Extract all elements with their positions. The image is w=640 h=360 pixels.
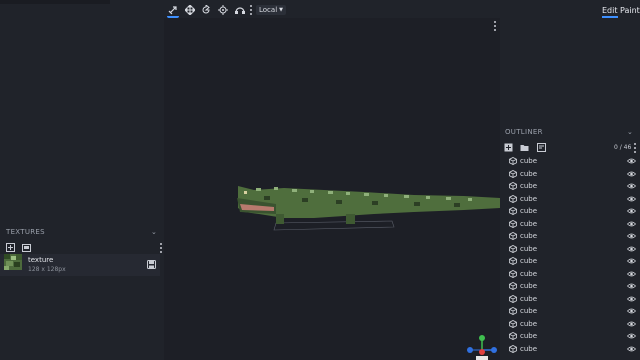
outliner-row-label: cube	[520, 332, 538, 340]
file-tab[interactable]	[0, 0, 110, 4]
save-icon[interactable]	[147, 260, 156, 269]
texture-list-item[interactable]	[0, 254, 160, 276]
cube-icon	[509, 319, 517, 328]
outliner-row-label: cube	[520, 307, 538, 315]
outliner-row-label: cube	[520, 182, 538, 190]
eye-icon[interactable]	[627, 246, 636, 252]
outliner-panel-title: OUTLINER	[505, 128, 543, 136]
cube-icon	[509, 344, 517, 353]
chevron-down-icon: ▼	[279, 7, 284, 13]
eye-icon[interactable]	[627, 321, 636, 327]
texture-name: texture	[28, 256, 54, 264]
textures-panel-title: TEXTURES	[6, 228, 45, 236]
outliner-row-label: cube	[520, 257, 538, 265]
move-arrows-icon[interactable]	[184, 4, 196, 16]
eye-icon[interactable]	[627, 346, 636, 352]
eye-icon[interactable]	[627, 221, 636, 227]
import-texture-icon[interactable]	[22, 243, 31, 252]
eye-icon[interactable]	[627, 258, 636, 264]
eye-icon[interactable]	[627, 171, 636, 177]
outliner-row[interactable]: cube	[502, 180, 640, 192]
outliner-row-label: cube	[520, 232, 538, 240]
cube-icon	[509, 169, 517, 178]
eye-icon[interactable]	[627, 333, 636, 339]
outliner-row[interactable]: cube	[502, 193, 640, 205]
eye-icon[interactable]	[627, 158, 636, 164]
eye-icon[interactable]	[627, 183, 636, 189]
crocodile-model[interactable]	[164, 18, 500, 360]
outliner-row[interactable]: cube	[502, 305, 640, 317]
eye-icon[interactable]	[627, 283, 636, 289]
chevron-down-icon[interactable]: ⌄	[627, 128, 633, 136]
outliner-row-label: cube	[520, 207, 538, 215]
left-sidebar	[0, 18, 164, 360]
cube-icon	[509, 244, 517, 253]
add-texture-icon[interactable]	[6, 243, 15, 252]
outliner-count: 0 / 46	[614, 144, 632, 151]
outliner-row-label: cube	[520, 282, 538, 290]
outliner-row[interactable]: cube	[502, 243, 640, 255]
outliner-row[interactable]: cube	[502, 343, 640, 355]
cube-icon	[509, 332, 517, 340]
texture-size: 128 x 128px	[28, 266, 66, 273]
eye-icon[interactable]	[627, 196, 636, 202]
outliner-row[interactable]: cube	[502, 168, 640, 180]
eye-icon[interactable]	[627, 296, 636, 302]
cube-icon	[509, 157, 517, 165]
outliner-row-label: cube	[520, 157, 538, 165]
outliner-more-icon[interactable]	[633, 143, 636, 153]
transform-space-value: Local	[259, 6, 278, 14]
outliner-row-label: cube	[520, 169, 538, 178]
cube-icon	[509, 182, 517, 190]
outliner-row[interactable]: cube	[502, 318, 640, 330]
eye-icon[interactable]	[627, 233, 636, 239]
outliner-row[interactable]: cube	[502, 218, 640, 230]
add-group-icon[interactable]	[520, 143, 529, 152]
cube-icon	[509, 257, 517, 265]
toolbar-more-icon[interactable]	[249, 5, 252, 15]
add-cube-icon[interactable]	[504, 143, 513, 152]
eye-icon[interactable]	[627, 271, 636, 277]
outliner-row[interactable]: cube	[502, 155, 640, 167]
outliner-row-label: cube	[520, 319, 538, 328]
outliner-row-label: cube	[520, 219, 538, 228]
cursor-move-icon[interactable]	[167, 4, 179, 18]
transform-space-select[interactable]: Local ▼	[256, 5, 287, 15]
outliner-row-label: cube	[520, 344, 538, 353]
cube-icon	[509, 232, 517, 240]
chevron-down-icon[interactable]: ⌄	[151, 228, 157, 236]
mode-tab-paint[interactable]: Paint	[620, 6, 640, 15]
textures-more-icon[interactable]	[159, 243, 162, 253]
cube-icon	[509, 307, 517, 315]
rotate-icon[interactable]	[200, 4, 212, 16]
cube-icon	[509, 219, 517, 228]
outliner-row[interactable]: cube	[502, 280, 640, 292]
3d-viewport[interactable]	[164, 18, 500, 360]
eye-icon[interactable]	[627, 208, 636, 214]
cube-icon	[509, 194, 517, 203]
outliner-row[interactable]: cube	[502, 255, 640, 267]
cube-icon	[509, 282, 517, 290]
outliner-row-label: cube	[520, 194, 538, 203]
texture-thumbnail	[4, 254, 22, 270]
cube-icon	[509, 207, 517, 215]
outliner-row[interactable]: cube	[502, 293, 640, 305]
outliner-row[interactable]: cube	[502, 230, 640, 242]
search-list-icon[interactable]	[537, 143, 546, 152]
mode-tab-edit[interactable]: Edit	[602, 6, 618, 18]
outliner-row-label: cube	[520, 294, 538, 303]
eye-icon[interactable]	[627, 308, 636, 314]
crosshair-icon[interactable]	[217, 4, 229, 16]
outliner-row[interactable]: cube	[502, 205, 640, 217]
outliner-row[interactable]: cube	[502, 330, 640, 342]
vertex-snap-icon[interactable]	[234, 4, 246, 16]
outliner-row-label: cube	[520, 269, 538, 278]
outliner-row-label: cube	[520, 244, 538, 253]
cube-icon	[509, 269, 517, 278]
outliner-row[interactable]: cube	[502, 268, 640, 280]
cube-icon	[509, 294, 517, 303]
top-toolbar: Local ▼ Edit Paint	[0, 0, 640, 18]
